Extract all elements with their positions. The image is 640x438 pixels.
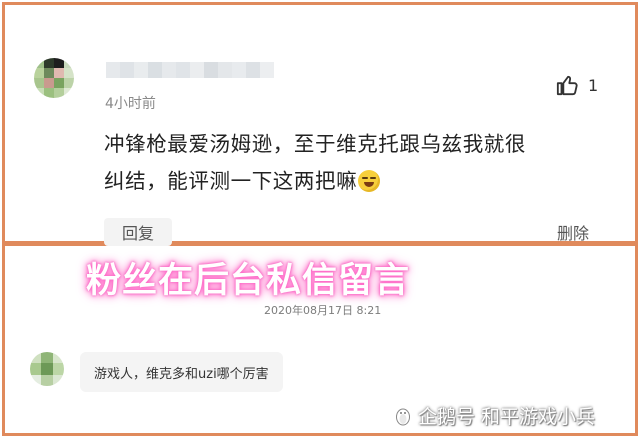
- comment-text-line-2: 纠结，能评测一下这两把嘛: [104, 163, 626, 200]
- like-count: 1: [588, 75, 599, 95]
- overlay-caption: 粉丝在后台私信留言: [86, 261, 411, 301]
- like-button[interactable]: 1: [556, 72, 604, 98]
- comment-text-line: 冲锋枪最爱汤姆逊，至于维克托跟乌兹我就很: [104, 132, 526, 156]
- message-timestamp: 2020年08月17日 8:21: [264, 304, 382, 317]
- comment-text-line: 纠结，能评测一下这两把嘛: [104, 169, 358, 193]
- watermark-text: 企鹅号 和平游戏小兵: [418, 406, 596, 428]
- commenter-avatar[interactable]: [34, 58, 74, 98]
- comment-timestamp: 4小时前: [105, 96, 156, 112]
- message-text: 游戏人，维克多和uzi哪个厉害: [94, 366, 269, 382]
- thumbs-up-icon: [556, 75, 578, 96]
- comment-text: 冲锋枪最爱汤姆逊，至于维克托跟乌兹我就很 纠结，能评测一下这两把嘛: [104, 126, 626, 200]
- laughing-emoji-icon: [358, 170, 381, 192]
- sender-avatar[interactable]: [30, 352, 64, 386]
- delete-button[interactable]: 删除: [557, 220, 589, 244]
- watermark: 企鹅号 和平游戏小兵: [394, 402, 595, 429]
- penguin-logo-icon: [396, 408, 410, 425]
- comment-panel: [2, 2, 638, 244]
- message-bubble: 游戏人，维克多和uzi哪个厉害: [80, 352, 283, 392]
- commenter-name-blurred: [106, 62, 274, 80]
- reply-button[interactable]: 回复: [104, 218, 172, 246]
